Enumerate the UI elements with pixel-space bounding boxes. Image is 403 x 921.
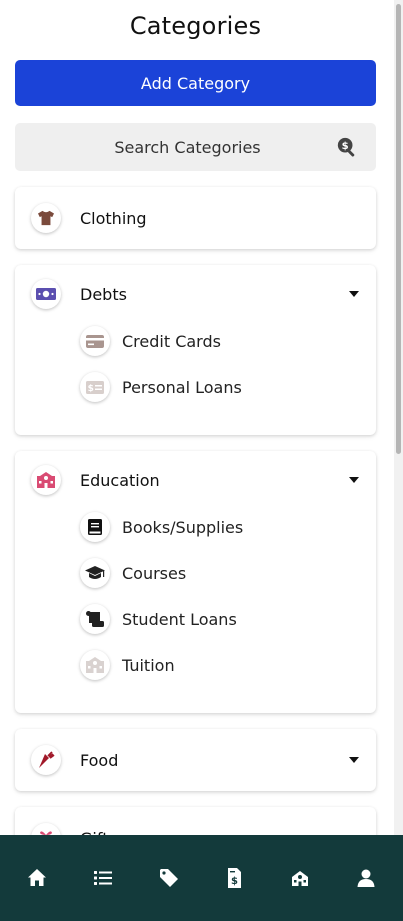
page-scrollbar[interactable] [394, 0, 403, 835]
list-icon [93, 871, 112, 885]
category-card-clothing[interactable]: Clothing [15, 187, 376, 249]
nav-profile[interactable] [346, 858, 386, 898]
subcategory-courses[interactable]: Courses [80, 558, 186, 588]
money-check-icon: $ [80, 372, 110, 402]
user-icon [357, 869, 375, 887]
carrot-icon [31, 745, 61, 775]
piggy-bank-icon [292, 871, 309, 886]
subcategory-student-loans[interactable]: Student Loans [80, 604, 237, 634]
subcategory-label: Tuition [122, 655, 175, 675]
add-category-button[interactable]: Add Category [15, 60, 376, 106]
scroll-icon [80, 604, 110, 634]
shirt-icon [31, 203, 61, 233]
credit-card-icon [80, 326, 110, 356]
svg-text:$: $ [88, 384, 94, 394]
search-placeholder: Search Categories [114, 137, 261, 157]
category-card-debts[interactable]: Debts Credit Cards $ Personal Loans [15, 265, 376, 435]
subcategory-tuition[interactable]: Tuition [80, 650, 175, 680]
search-categories-field[interactable]: Search Categories $ [15, 123, 376, 171]
subcategory-label: Personal Loans [122, 377, 242, 397]
book-icon [80, 512, 110, 542]
chevron-down-icon[interactable] [348, 756, 360, 764]
category-label: Food [80, 750, 119, 770]
subcategory-credit-cards[interactable]: Credit Cards [80, 326, 221, 356]
category-label: Debts [80, 284, 127, 304]
subcategory-label: Credit Cards [122, 331, 221, 351]
category-label: Clothing [80, 208, 147, 228]
money-bill-icon [31, 279, 61, 309]
subcategory-books-supplies[interactable]: Books/Supplies [80, 512, 243, 542]
subcategory-label: Books/Supplies [122, 517, 244, 537]
subcategory-label: Courses [122, 563, 187, 583]
chevron-down-icon[interactable] [348, 290, 360, 298]
home-icon [27, 869, 46, 886]
category-card-education[interactable]: Education Books/Supplies Courses Student… [15, 451, 376, 713]
school-icon [31, 465, 61, 495]
bottom-navigation: $ [0, 835, 403, 921]
school-building-icon [80, 650, 110, 680]
search-dollar-icon[interactable]: $ [336, 136, 358, 158]
chevron-down-icon[interactable] [348, 476, 360, 484]
nav-savings[interactable] [280, 858, 320, 898]
tag-icon [159, 869, 178, 887]
category-card-food[interactable]: Food [15, 729, 376, 791]
subcategory-label: Student Loans [122, 609, 237, 629]
nav-invoice[interactable]: $ [214, 858, 254, 898]
page-title: Categories [129, 12, 262, 40]
nav-list[interactable] [83, 858, 123, 898]
nav-tags[interactable] [149, 858, 189, 898]
svg-text:$: $ [231, 876, 238, 887]
nav-home[interactable] [17, 858, 57, 898]
graduation-cap-icon [80, 558, 110, 588]
subcategory-personal-loans[interactable]: $ Personal Loans [80, 372, 242, 402]
file-invoice-dollar-icon: $ [228, 868, 242, 888]
svg-text:$: $ [342, 141, 349, 152]
category-label: Education [80, 470, 160, 490]
scrollbar-thumb[interactable] [396, 4, 401, 454]
